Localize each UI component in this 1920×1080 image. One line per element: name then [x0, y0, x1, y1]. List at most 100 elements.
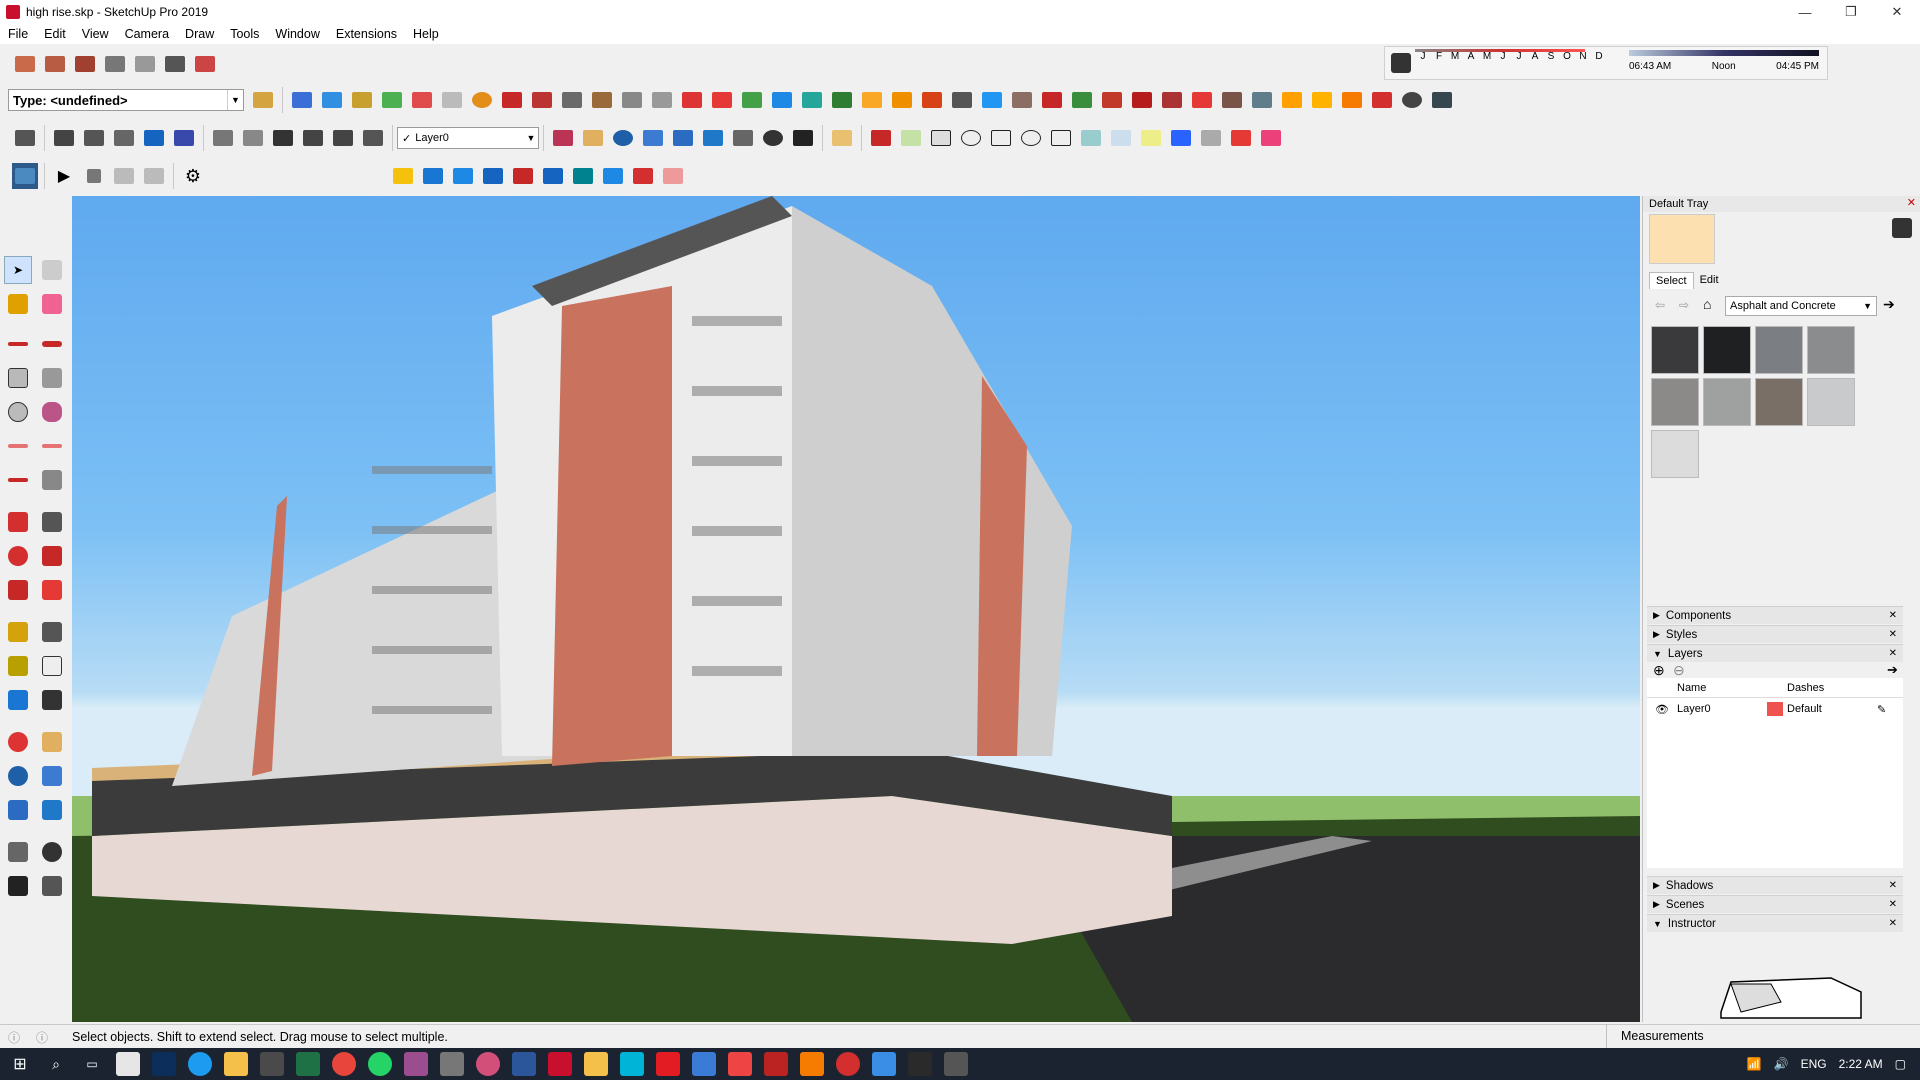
layer-color-swatch[interactable]	[1767, 702, 1783, 716]
volume-icon[interactable]: 🔊	[1774, 1057, 1789, 1071]
pie-tool-icon[interactable]	[38, 466, 66, 494]
details-arrow-icon[interactable]: ➔	[1883, 296, 1895, 313]
warehouse-icon[interactable]	[12, 51, 38, 77]
menu-draw[interactable]: Draw	[177, 27, 222, 41]
paint-bucket-icon[interactable]	[4, 290, 32, 318]
menu-help[interactable]: Help	[405, 27, 447, 41]
scenes-section[interactable]: ▶ Scenes ✕	[1647, 895, 1903, 913]
textured-icon[interactable]	[171, 125, 197, 151]
rotate-icon[interactable]	[469, 87, 495, 113]
language-indicator[interactable]: ENG	[1801, 1057, 1827, 1071]
credits-icon[interactable]: ⓘ	[36, 1029, 48, 1046]
task-view-icon[interactable]: ▭	[80, 1052, 104, 1076]
material-swatch[interactable]	[1703, 378, 1751, 426]
hook-icon[interactable]	[889, 87, 915, 113]
sticky-notes-icon[interactable]	[584, 1052, 608, 1076]
shape-icon[interactable]	[1108, 125, 1134, 151]
section-icon[interactable]	[529, 87, 555, 113]
rectangle-icon[interactable]	[928, 125, 954, 151]
close-icon[interactable]: ✕	[1889, 648, 1897, 659]
menu-camera[interactable]: Camera	[117, 27, 177, 41]
styles-section[interactable]: ▶ Styles ✕	[1647, 625, 1903, 643]
tab-select[interactable]: Select	[1649, 272, 1694, 289]
forward-icon[interactable]: ⇨	[1679, 298, 1689, 312]
plus-icon[interactable]	[739, 87, 765, 113]
orbit-tool-icon[interactable]	[4, 728, 32, 756]
component-icon[interactable]	[1099, 87, 1125, 113]
pencil-icon[interactable]: ✎	[1877, 703, 1886, 716]
sandbox-icon[interactable]	[439, 87, 465, 113]
polygon-icon[interactable]	[988, 125, 1014, 151]
front-view-icon[interactable]	[270, 125, 296, 151]
top-view-icon[interactable]	[240, 125, 266, 151]
material-collection-select[interactable]: Asphalt and Concrete ▼	[1725, 296, 1877, 316]
look-around-icon[interactable]	[760, 125, 786, 151]
bridge-icon[interactable]	[908, 1052, 932, 1076]
layer-details-icon[interactable]: ➔	[1887, 662, 1898, 678]
section-plane-icon[interactable]	[38, 872, 66, 900]
scale-tool-icon[interactable]	[4, 576, 32, 604]
word-icon[interactable]	[512, 1052, 536, 1076]
offset-icon[interactable]	[1198, 125, 1224, 151]
layers-section[interactable]: ▼ Layers ✕	[1647, 644, 1903, 662]
home-icon[interactable]: ⌂	[1703, 296, 1711, 312]
menu-extensions[interactable]: Extensions	[328, 27, 405, 41]
stop-icon[interactable]	[81, 163, 107, 189]
pan-tool-icon[interactable]	[38, 728, 66, 756]
star-icon[interactable]	[979, 87, 1005, 113]
dimension-icon[interactable]	[38, 618, 66, 646]
close-icon[interactable]: ✕	[1889, 629, 1897, 640]
3d-text-icon[interactable]	[38, 686, 66, 714]
unlink-icon[interactable]	[141, 163, 167, 189]
cone-icon[interactable]	[799, 87, 825, 113]
delete-layer-icon[interactable]: ⊖	[1673, 662, 1685, 679]
layout-icon[interactable]	[162, 51, 188, 77]
select-tool-icon[interactable]: ➤	[4, 256, 32, 284]
create-material-icon[interactable]	[1892, 218, 1912, 238]
component-icon[interactable]	[1159, 87, 1185, 113]
material-swatch[interactable]	[1651, 326, 1699, 374]
shape-icon[interactable]	[898, 125, 924, 151]
align-icon[interactable]	[450, 163, 476, 189]
line-icon[interactable]	[1228, 125, 1254, 151]
style-icon[interactable]	[12, 125, 38, 151]
arc-2point-icon[interactable]	[38, 432, 66, 460]
sketchup-taskbar-icon[interactable]	[548, 1052, 572, 1076]
edge-icon[interactable]	[188, 1052, 212, 1076]
curve-icon[interactable]	[679, 87, 705, 113]
grid-icon[interactable]	[1309, 87, 1335, 113]
ellipse-icon[interactable]	[1018, 125, 1044, 151]
resize-icon[interactable]	[540, 163, 566, 189]
grid-icon[interactable]	[1339, 87, 1365, 113]
component-icon[interactable]	[1069, 87, 1095, 113]
drawing-viewport[interactable]	[72, 196, 1640, 1022]
grid-icon[interactable]	[1249, 87, 1275, 113]
shadows-section[interactable]: ▶ Shadows ✕	[1647, 876, 1903, 894]
material-swatch[interactable]	[1651, 378, 1699, 426]
previous-tool-icon[interactable]	[38, 796, 66, 824]
chrome-icon[interactable]	[332, 1052, 356, 1076]
position-camera-icon[interactable]	[730, 125, 756, 151]
mirror-icon[interactable]	[570, 163, 596, 189]
section-icon[interactable]	[499, 87, 525, 113]
rotated-rectangle-icon[interactable]	[38, 364, 66, 392]
network-icon[interactable]: 📶	[1747, 1057, 1762, 1071]
back-icon[interactable]: ⇦	[1655, 298, 1665, 312]
calculator-icon[interactable]	[116, 1052, 140, 1076]
material-swatch[interactable]	[1651, 430, 1699, 478]
xray-icon[interactable]	[51, 125, 77, 151]
tag-icon[interactable]	[829, 125, 855, 151]
fold-icon[interactable]	[589, 87, 615, 113]
gear-icon[interactable]: ⚙	[180, 163, 206, 189]
link-icon[interactable]	[111, 163, 137, 189]
loop-icon[interactable]	[949, 87, 975, 113]
back-view-icon[interactable]	[330, 125, 356, 151]
menu-file[interactable]: File	[0, 27, 36, 41]
freehand-icon[interactable]	[1168, 125, 1194, 151]
measurements-box[interactable]: Measurements	[1606, 1024, 1920, 1048]
shaded-icon[interactable]	[141, 125, 167, 151]
arc-tool-icon[interactable]	[4, 432, 32, 460]
close-button[interactable]: ✕	[1874, 0, 1920, 24]
position-camera-tool-icon[interactable]	[4, 838, 32, 866]
tree-icon[interactable]	[829, 87, 855, 113]
